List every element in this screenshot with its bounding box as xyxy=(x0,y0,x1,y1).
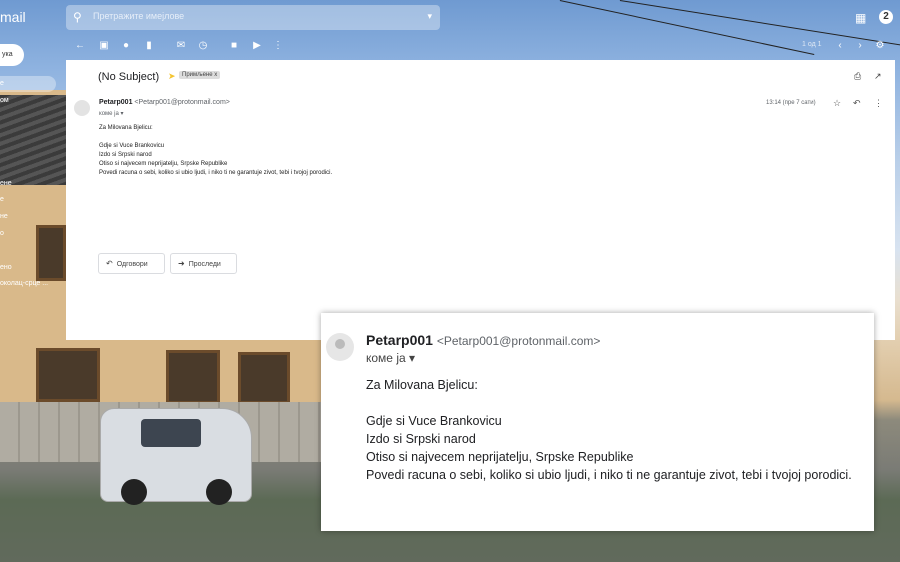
recipient-line: коме ја ▾ xyxy=(366,351,416,365)
important-icon[interactable]: ➤ xyxy=(168,71,176,82)
account-avatar[interactable]: 2 xyxy=(879,10,893,24)
body-line: Za Milovana Bjelicu: xyxy=(366,378,478,392)
gear-icon[interactable]: ⚙ xyxy=(872,38,888,54)
search-input[interactable]: Претражите имејлове xyxy=(93,11,184,21)
email-body: Za Milovana Bjelicu: Gdje si Vuce Branko… xyxy=(366,376,852,484)
sender-line: Petarp001 <Petarp001@protonmail.com> xyxy=(366,332,600,348)
email-subject: (No Subject) xyxy=(98,71,160,83)
zoomed-email-card: Petarp001 <Petarp001@protonmail.com> ком… xyxy=(321,313,874,531)
star-icon[interactable]: ☆ xyxy=(833,98,841,109)
sender-line: Petarp001 <Petarp001@protonmail.com> xyxy=(99,99,230,106)
forward-button-label: Проследи xyxy=(188,261,221,268)
house-roof xyxy=(0,95,70,185)
apps-grid-icon[interactable]: ▦ xyxy=(855,11,866,25)
print-icon[interactable]: ⎙ xyxy=(854,71,861,82)
prev-icon[interactable]: ‹ xyxy=(832,38,848,54)
sidebar-item[interactable]: е xyxy=(0,80,4,87)
sender-email: <Petarp001@protonmail.com> xyxy=(436,334,601,348)
sidebar-selected-bg xyxy=(0,76,56,92)
recipient-line[interactable]: коме ја ▾ xyxy=(99,110,124,117)
reply-button[interactable]: ↶ Одговори xyxy=(98,253,165,274)
avatar xyxy=(74,100,90,116)
white-van xyxy=(100,408,252,505)
more-vert-icon[interactable]: ⋮ xyxy=(270,38,286,54)
archive-icon[interactable]: ▣ xyxy=(96,38,112,54)
reply-button-label: Одговори xyxy=(116,261,148,268)
sidebar-item[interactable]: околац-срце ... xyxy=(0,280,48,287)
body-line: Gdje si Vuce Brankovicu xyxy=(366,414,502,428)
email-panel: (No Subject) ➤ Примљене x ⎙ ↗ Petarp001 … xyxy=(66,60,895,340)
forward-icon: ➜ xyxy=(178,259,185,268)
forward-button[interactable]: ➜ Проследи xyxy=(170,253,237,274)
body-line: Izdo si Srpski narod xyxy=(366,432,476,446)
app-logo[interactable]: mail xyxy=(0,9,26,25)
next-icon[interactable]: › xyxy=(852,38,868,54)
house-window xyxy=(166,350,220,404)
more-vert-icon[interactable]: ⋮ xyxy=(874,98,883,109)
body-line: Za Milovana Bjelicu: xyxy=(99,125,153,131)
body-line: Gdje si Vuce Brankovicu xyxy=(99,143,165,149)
mark-unread-icon[interactable]: ✉ xyxy=(173,38,189,54)
sidebar-item[interactable]: е xyxy=(0,196,4,203)
sidebar-item[interactable]: не xyxy=(0,213,8,220)
top-bar: mail ⚲ Претражите имејлове ▾ ▦ 2 xyxy=(0,0,900,36)
body-line: Povedi racuna o sebi, koliko si ubio lju… xyxy=(366,468,852,482)
move-to-icon[interactable]: ■ xyxy=(226,38,242,54)
sender-email: <Petarp001@protonmail.com> xyxy=(134,99,230,106)
avatar xyxy=(326,333,354,361)
house-window xyxy=(36,348,100,402)
email-timestamp: 13:14 (пре 7 сати) xyxy=(766,100,816,106)
body-line: Otiso si najvecem neprijatelju, Srpske R… xyxy=(99,161,228,167)
search-icon[interactable]: ⚲ xyxy=(73,10,87,24)
snooze-icon[interactable]: ◷ xyxy=(195,38,211,54)
sidebar-item[interactable]: ено xyxy=(0,264,12,271)
house-window xyxy=(36,225,66,281)
house-window xyxy=(238,352,290,404)
body-line: Otiso si najvecem neprijatelju, Srpske R… xyxy=(366,450,634,464)
sidebar-item[interactable]: ене xyxy=(0,180,12,187)
message-toolbar: ← ▣ ● ▮ ✉ ◷ ■ ▶ ⋮ 1 од 1 ‹ › ⚙ xyxy=(66,38,900,56)
body-line: Povedi racuna o sebi, koliko si ubio lju… xyxy=(99,170,333,176)
sender-name[interactable]: Petarp001 xyxy=(99,99,132,106)
arrow-back-icon[interactable]: ← xyxy=(72,38,88,54)
sidebar-item[interactable]: о xyxy=(0,230,4,237)
sender-name: Petarp001 xyxy=(366,332,433,348)
pager-text: 1 од 1 xyxy=(802,41,822,48)
search-options-icon[interactable]: ▾ xyxy=(427,11,432,22)
delete-icon[interactable]: ▮ xyxy=(141,38,157,54)
inbox-label-chip[interactable]: Примљене x xyxy=(179,71,221,79)
compose-button[interactable]: ука xyxy=(0,44,24,66)
body-line: Izdo si Srpski narod xyxy=(99,152,152,158)
open-in-new-icon[interactable]: ↗ xyxy=(874,71,882,82)
spam-icon[interactable]: ● xyxy=(118,38,134,54)
reply-icon[interactable]: ↶ xyxy=(853,98,861,109)
sidebar-item[interactable]: ом xyxy=(0,97,9,104)
label-icon[interactable]: ▶ xyxy=(249,38,265,54)
reply-icon: ↶ xyxy=(106,259,113,268)
email-body: Za Milovana Bjelicu: Gdje si Vuce Branko… xyxy=(99,124,332,178)
search-box[interactable]: ⚲ Претражите имејлове ▾ xyxy=(66,5,440,30)
